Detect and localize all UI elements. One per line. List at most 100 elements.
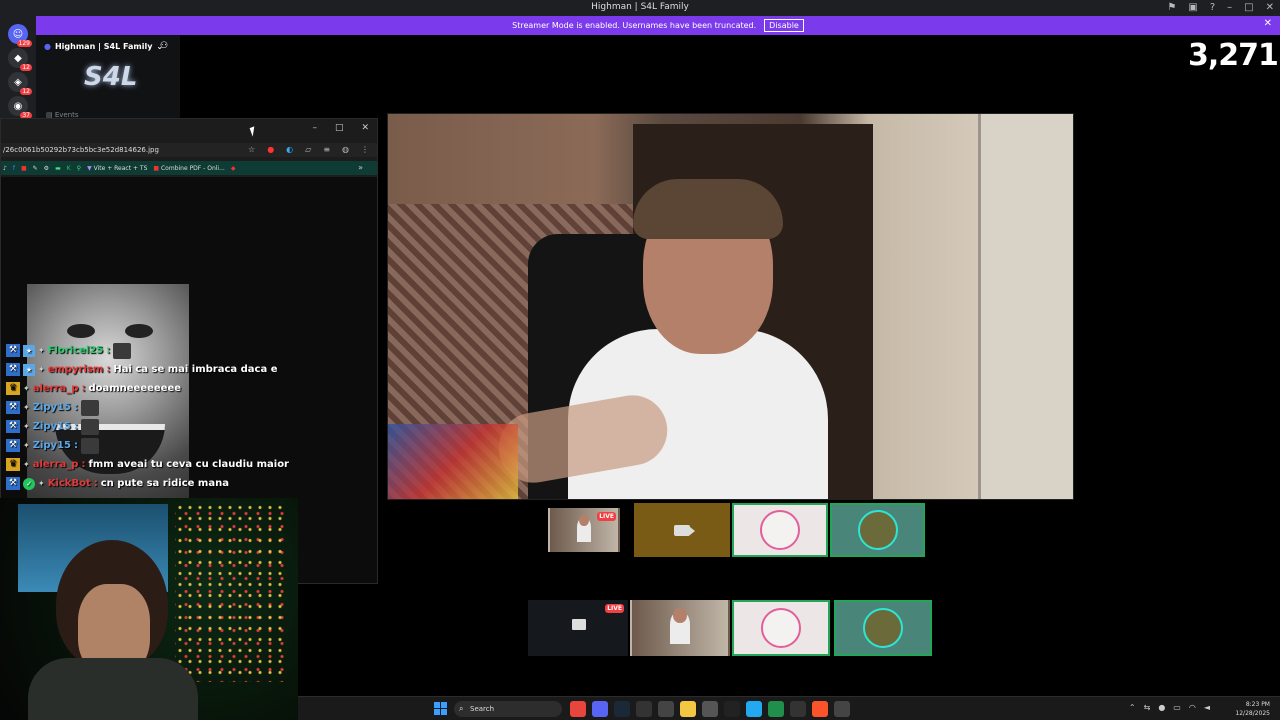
discord-icon[interactable] (592, 701, 608, 717)
monitor-icon[interactable]: ▭ (1173, 703, 1181, 712)
close-button[interactable]: ✕ (361, 123, 369, 133)
chat-username[interactable]: Zipy15 (33, 440, 71, 451)
streamer-mode-banner: Streamer Mode is enabled. Usernames have… (36, 16, 1280, 35)
facebook-icon[interactable]: f (13, 165, 15, 172)
maximize-button[interactable]: □ (1244, 2, 1253, 13)
chrome-icon[interactable] (570, 701, 586, 717)
bookmark-icon[interactable]: ■ (21, 165, 27, 172)
tiktok-icon[interactable]: ♪ (3, 165, 7, 172)
streamer-webcam (0, 498, 298, 720)
maps-icon[interactable]: ⚲ (77, 165, 81, 172)
bookmark-combine-pdf[interactable]: ■ Combine PDF - Onli... (153, 165, 224, 172)
chat-username[interactable]: empyrism (48, 364, 104, 375)
chevron-up-icon[interactable]: ⌃ (1129, 703, 1136, 712)
app-icon[interactable] (702, 701, 718, 717)
bookmark-icon[interactable]: ▬ (55, 165, 61, 172)
inbox-icon[interactable]: ▣ (1188, 2, 1197, 13)
flag-icon[interactable]: ⚑ (1167, 2, 1176, 13)
participant-tile-avatar[interactable] (834, 600, 932, 656)
capcut-icon[interactable] (636, 701, 652, 717)
participant-tile-avatar[interactable] (830, 503, 925, 557)
disable-streamer-mode-button[interactable]: Disable (764, 19, 804, 32)
help-icon[interactable]: ? (1210, 2, 1215, 13)
chat-username[interactable]: Floricel25 (48, 345, 104, 356)
bookmarks-overflow-icon[interactable]: » (358, 163, 363, 172)
chat-text: fmm aveai tu ceva cu claudiu maior (88, 459, 289, 470)
server-icon[interactable]: ◉ 37 (8, 96, 32, 119)
server-header[interactable]: ● Highman | S4L Family ⌄ (44, 42, 163, 51)
folder-icon[interactable] (680, 701, 696, 717)
home-icon[interactable]: ☺ 129 (8, 24, 32, 47)
server-icon[interactable]: ◈ 12 (8, 72, 32, 95)
start-button[interactable] (434, 702, 447, 715)
participant-tile-screenshare[interactable]: LIVE (528, 600, 628, 656)
screen-share-icon (572, 619, 586, 630)
server-icon[interactable]: ◆ 12 (8, 48, 32, 71)
maximize-button[interactable]: □ (335, 123, 344, 133)
chat-username[interactable]: alerra_p (33, 459, 79, 470)
excel-icon[interactable] (768, 701, 784, 717)
gift-icon: ✦ (23, 384, 30, 393)
taskbar-clock[interactable]: 8:23 PM 12/28/2025 (1235, 700, 1270, 718)
volume-icon[interactable]: ◄ (1204, 703, 1210, 712)
chat-username[interactable]: Zipy15 (33, 421, 71, 432)
streamer-body (28, 658, 198, 720)
unread-badge: 12 (20, 64, 32, 71)
taskbar-search[interactable]: ⌕ Search (454, 701, 562, 717)
bookmark-icon[interactable]: ◆ (231, 165, 236, 172)
bookmark-icon[interactable]: ⚙ (44, 165, 49, 172)
tab-search-icon[interactable]: ≡ (323, 145, 330, 154)
chat-message: ⚒ ✦ Zipy15: (6, 436, 306, 455)
main-video-feed[interactable] (387, 113, 1074, 500)
participant-tile-video-off[interactable] (634, 503, 730, 557)
participant-tile-camera[interactable]: LIVE (548, 508, 620, 552)
app-icon[interactable] (790, 701, 806, 717)
participant-tile-avatar[interactable] (732, 600, 830, 656)
star-icon[interactable]: ☆ (248, 145, 255, 154)
kick-icon[interactable]: K (67, 165, 71, 172)
gift-icon: ✦ (23, 441, 30, 450)
app-icon[interactable] (658, 701, 674, 717)
gift-icon: ✦ (38, 479, 45, 488)
chat-username[interactable]: alerra_p (33, 383, 79, 394)
participant-tile-avatar[interactable] (732, 503, 828, 557)
menu-kebab-icon[interactable]: ⋮ (361, 145, 369, 154)
chat-emote (80, 418, 99, 435)
close-icon[interactable]: ✕ (1264, 18, 1272, 29)
app-icon[interactable] (724, 701, 740, 717)
steam-icon[interactable] (614, 701, 630, 717)
chat-username[interactable]: KickBot (48, 478, 91, 489)
gift-icon: ✦ (38, 346, 45, 355)
participant-tile-camera[interactable] (630, 600, 730, 656)
chat-message: ♛ ✦ alerra_p: doamneeeeeeee (6, 379, 306, 398)
brave-icon[interactable] (812, 701, 828, 717)
minimize-button[interactable]: – (312, 123, 317, 133)
bookmark-icon[interactable]: ✎ (33, 165, 38, 172)
app-icon[interactable] (834, 701, 850, 717)
chat-message: ⚒ ✦ Zipy15: (6, 417, 306, 436)
video-camera-icon (674, 524, 695, 536)
add-member-icon[interactable]: ⚇ (160, 41, 168, 51)
minimize-button[interactable]: – (1227, 2, 1232, 13)
chat-username[interactable]: Zipy15 (33, 402, 71, 413)
chat-separator: : (81, 383, 86, 394)
bookmark-vite[interactable]: ▼ Vite + React + TS (87, 165, 147, 172)
extensions-puzzle-icon[interactable]: ▱ (305, 145, 311, 154)
chat-message: ♛ ✦ alerra_p: fmm aveai tu ceva cu claudiu … (6, 455, 306, 474)
windows-taskbar: ⌕ Search ⌃ ⇆ ● ▭ ◠ ◄ 8:23 PM 12/28/2025 (298, 696, 1280, 720)
wifi-icon[interactable]: ◠ (1189, 703, 1196, 712)
microphone-icon[interactable]: ● (1158, 703, 1165, 712)
vscode-icon[interactable] (746, 701, 762, 717)
gift-icon: ✦ (23, 460, 30, 469)
extension-icon[interactable]: ● (267, 145, 274, 154)
close-button[interactable]: ✕ (1266, 2, 1274, 13)
extension-icon[interactable]: ◐ (286, 145, 293, 154)
moderator-badge-icon: ⚒ (6, 420, 20, 433)
chat-separator: : (73, 440, 78, 451)
network-icon[interactable]: ⇆ (1144, 703, 1151, 712)
crown-badge-icon: ♛ (6, 458, 20, 471)
stream-chat-overlay: ⚒ ★ ✦ Floricel25: ⚒ ★ ✦ empyrism: Hai ca se mai … (6, 341, 306, 493)
moderator-badge-icon: ⚒ (6, 344, 20, 357)
profile-icon[interactable]: ◍ (342, 145, 349, 154)
clock-time: 8:23 PM (1245, 701, 1270, 708)
